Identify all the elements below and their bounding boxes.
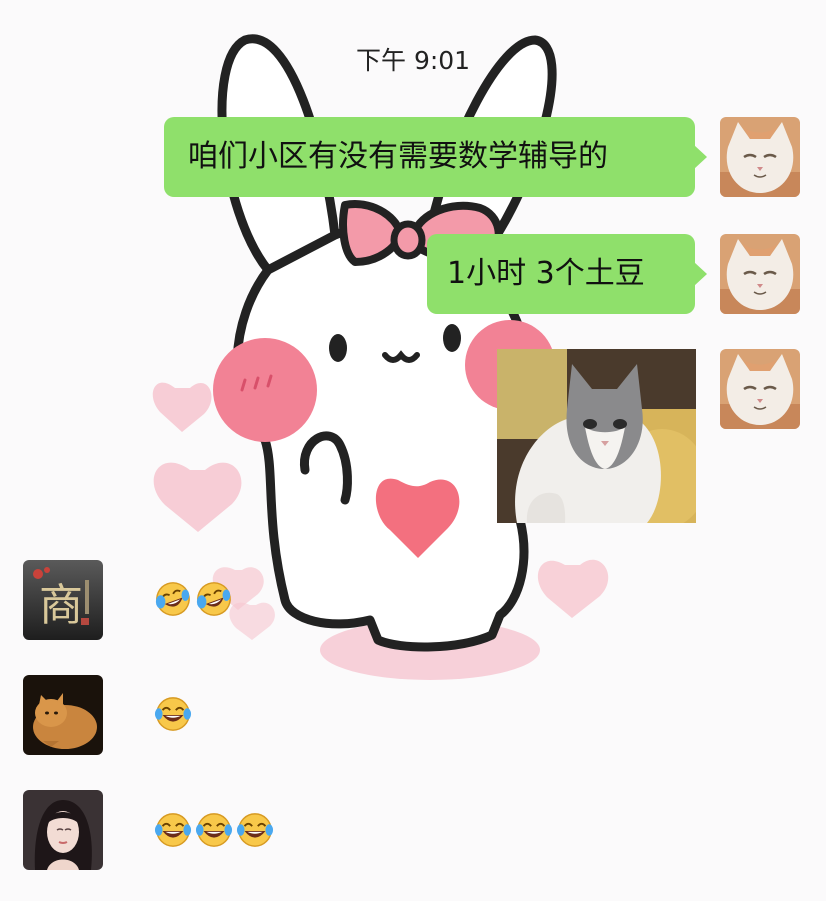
timestamp: 下午 9:01: [356, 46, 471, 75]
my-avatar[interactable]: [720, 349, 800, 429]
outgoing-message-bubble[interactable]: 咱们小区有没有需要数学辅导的: [164, 117, 707, 197]
bunny-eye: [443, 324, 461, 352]
laughing-tears-emoji-icon: [195, 813, 233, 847]
laughing-tears-emoji-icon: [154, 697, 192, 731]
heart-decoration: [153, 462, 242, 532]
emoji-message[interactable]: [154, 811, 274, 853]
heart-decoration: [152, 382, 212, 432]
contact-avatar[interactable]: 商: [23, 560, 103, 640]
bunny-mouth: [382, 350, 420, 363]
message-text: 1小时 3个土豆: [447, 256, 645, 291]
girl-portrait-avatar-icon: [23, 790, 103, 870]
message-text: 咱们小区有没有需要数学辅导的: [188, 139, 608, 174]
orange-white-cat-avatar-icon: [720, 349, 800, 429]
cat-photo-message[interactable]: [497, 349, 696, 523]
emoji-message[interactable]: [154, 695, 192, 737]
crying-laughing-emoji-icon: [155, 582, 190, 616]
laughing-tears-emoji-icon: [236, 813, 274, 847]
emoji-message[interactable]: [154, 580, 233, 622]
contact-avatar[interactable]: [23, 790, 103, 870]
heart-decoration: [537, 559, 609, 618]
outgoing-message-bubble[interactable]: 1小时 3个土豆: [427, 234, 707, 314]
orange-white-cat-avatar-icon: [720, 117, 800, 197]
crying-laughing-emoji-icon: [196, 582, 231, 616]
bunny-eye: [329, 334, 347, 362]
contact-avatar[interactable]: [23, 675, 103, 755]
chat-view[interactable]: 下午 9:01 咱们小区有没有需要数学辅导的 1小时 3个土豆 商: [0, 0, 826, 901]
calligraphy-shang-avatar-icon: 商: [23, 560, 103, 640]
bow-knot: [390, 220, 426, 260]
cheek: [213, 338, 317, 442]
orange-cat-avatar-icon: [23, 675, 103, 755]
gray-white-cat-photo-icon: [497, 349, 696, 523]
laughing-tears-emoji-icon: [154, 813, 192, 847]
heart-decoration: [229, 602, 275, 640]
my-avatar[interactable]: [720, 117, 800, 197]
bow-left: [339, 200, 404, 266]
my-avatar[interactable]: [720, 234, 800, 314]
avatar-calligraphy-text: 商: [39, 580, 83, 631]
orange-white-cat-avatar-icon: [720, 234, 800, 314]
